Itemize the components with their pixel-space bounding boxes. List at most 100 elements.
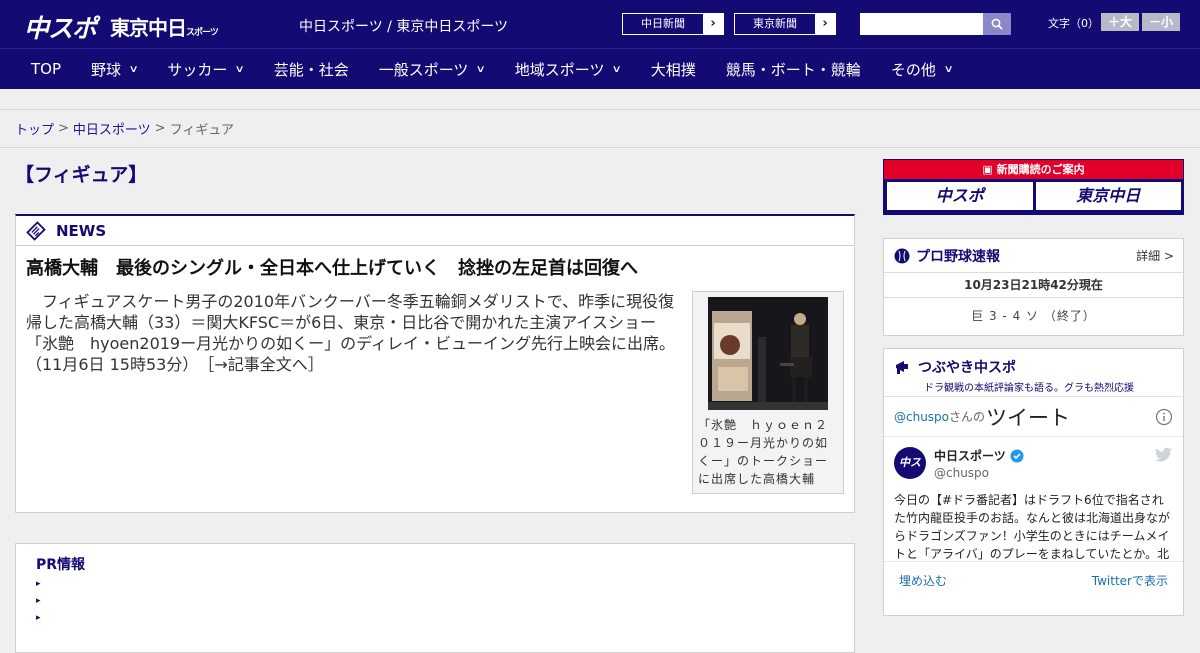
subscription-buttons: 中スポ 東京中日 [884,179,1183,210]
nav-item-baseball[interactable]: 野球 ∨ [91,59,139,80]
news-photo-image [708,297,828,410]
baseball-updated-time: 10月23日21時42分現在 [884,273,1183,298]
baseball-score-row[interactable]: 巨 3 - 4 ソ （終了） [884,298,1183,334]
pr-title: PR情報 [36,557,86,573]
nav-label: 地域スポーツ [514,60,605,79]
news-timestamp: （11月6日 15時53分） [26,355,191,374]
search-icon [991,18,1003,30]
tokyo-shimbun-label: 東京新聞 [753,17,797,30]
twitter-widget-title-row: つぶやき中スポ [894,357,1183,377]
baseball-scores: プロ野球速報 詳細 > 10月23日21時42分現在 巨 3 - 4 ソ （終了… [883,238,1184,336]
breadcrumb-link-chunichi-sports[interactable]: 中日スポーツ [73,119,151,138]
pr-section: PR情報 ▸ ▸ ▸ [15,543,855,653]
news-photo [708,297,828,410]
tweet-author-name[interactable]: 中日スポーツ [934,447,1006,464]
baseball-header: プロ野球速報 詳細 > [884,239,1183,273]
nav-label: 一般スポーツ [378,60,469,79]
header-spacer [0,89,1200,110]
twitter-bird-icon[interactable] [1155,447,1173,463]
nav-label: 芸能・社会 [273,60,349,79]
nav-item-other[interactable]: その他 ∨ [890,59,954,80]
baseball-icon [894,248,910,263]
twitter-widget-title: つぶやき中スポ [918,360,1016,376]
avatar[interactable]: 中スポ [894,447,926,501]
font-bigger-button[interactable]: ＋大 [1101,13,1139,31]
timeline-handle: @chuspo [894,410,950,424]
timeline-handle-link[interactable]: @chuspoさんの [894,408,985,425]
pr-item[interactable]: ▸ [36,579,834,591]
tweet-author-name-row: 中日スポーツ [934,447,1155,464]
news-header: NEWS [16,216,854,246]
timeline-header: @chuspoさんの ツイート [884,397,1183,437]
subscription-header: ▣ 新聞購読のご案内 [884,160,1183,179]
nav-item-general-sports[interactable]: 一般スポーツ ∨ [378,59,487,80]
font-size-label: 文字（0） [1048,17,1099,30]
logo-tokyo-chunichi-small: スポーツ [186,28,219,38]
nav-item-local-sports[interactable]: 地域スポーツ ∨ [514,59,623,80]
search-input[interactable] [860,13,984,35]
chevron-right-icon: › [703,14,723,34]
twitter-timeline: @chuspoさんの ツイート 中スポ 中日スポーツ @chuspo 今日の【#… [884,396,1183,598]
nav-label: 競馬・ボート・競輪 [725,60,861,79]
pr-item[interactable]: ▸ [36,596,834,608]
top-header: 中スポ 東京中日スポーツ 中日スポーツ / 東京中日スポーツ 中日新聞 › 東京… [0,0,1200,48]
twitter-widget: つぶやき中スポ ドラ観戦の本紙評論家も語る。グラも熱烈応援 @chuspoさんの… [883,348,1184,616]
twitter-widget-footer: 埋め込む Twitterで表示 [884,561,1183,598]
subscribe-chuspo-button[interactable]: 中スポ [887,182,1033,210]
subscription-banner: ▣ 新聞購読のご案内 中スポ 東京中日 [883,159,1184,215]
chunichi-shimbun-link[interactable]: 中日新聞 › [622,13,724,35]
newspaper-icon: ▣ [982,163,997,176]
timeline-title: ツイート [986,405,1071,430]
search-button[interactable] [983,13,1011,35]
nav-item-soccer[interactable]: サッカー ∨ [167,59,246,80]
breadcrumb-separator: > [58,121,69,136]
chevron-down-icon: ∨ [234,63,246,75]
chevron-down-icon: ∨ [611,63,623,75]
news-headline-link[interactable]: 高橋大輔 最後のシングル・全日本へ仕上げていく 捻挫の左足首は回復へ [16,246,854,281]
chevron-down-icon: ∨ [475,63,487,75]
megaphone-icon [896,361,908,374]
breadcrumb: トップ > 中日スポーツ > フィギュア [0,110,1200,148]
tweet-author-id[interactable]: @chuspo [934,466,1155,480]
nav-label: 大相撲 [650,60,696,79]
embed-link[interactable]: 埋め込む [899,572,947,589]
chevron-down-icon: ∨ [128,63,139,75]
logo-tokyo-chunichi[interactable]: 東京中日スポーツ [110,12,219,41]
tweet-text[interactable]: 今日の【#ドラ番記者】はドラフト6位で指名された竹内龍臣投手のお話。なんと彼は北… [884,487,1183,561]
nav-item-top[interactable]: TOP [31,60,61,78]
twitter-widget-subtitle: ドラ観戦の本紙評論家も語る。グラも熱烈応援 [924,383,1134,394]
verified-icon [1010,449,1024,462]
sidebar: ▣ 新聞購読のご案内 中スポ 東京中日 プロ野球速報 詳細 > 10月23日21… [883,159,1184,616]
tokyo-shimbun-link[interactable]: 東京新聞 › [734,13,836,35]
page-title: 【フィギュア】 [15,164,148,186]
info-icon[interactable] [1155,408,1173,426]
caret-right-icon: ▸ [36,613,41,623]
logo-tokyo-chunichi-text: 東京中日 [110,16,187,40]
news-photo-card[interactable]: 「氷艶 ｈｙｏｅｎ２０１９ー月光かりの如くー」のトークショーに出席した高橋大輔 [692,291,844,494]
tweet-author: 中スポ 中日スポーツ @chuspo [884,437,1183,501]
caret-right-icon: ▸ [36,596,41,606]
pr-item[interactable]: ▸ [36,613,834,625]
nav-label: その他 [890,60,936,79]
caret-right-icon: ▸ [36,579,41,589]
nav-item-racing[interactable]: 競馬・ボート・競輪 [726,59,861,80]
tweet-author-names: 中日スポーツ @chuspo [934,447,1155,487]
main-column: 【フィギュア】 NEWS 高橋大輔 最後のシングル・全日本へ仕上げていく 捻挫の… [15,150,855,653]
read-full-article-link[interactable]: ［→記事全文へ］ [206,355,323,374]
logo-chuspo[interactable]: 中スポ [24,9,97,45]
chunichi-shimbun-label: 中日新聞 [641,17,685,30]
breadcrumb-separator: > [154,121,166,136]
nav-item-sumo[interactable]: 大相撲 [651,59,696,80]
main-nav: TOP 野球 ∨ サッカー ∨ 芸能・社会 一般スポーツ ∨ 地域スポーツ ∨ 大相撲 … [0,48,1200,89]
news-photo-caption: 「氷艶 ｈｙｏｅｎ２０１９ー月光かりの如くー」のトークショーに出席した高橋大輔 [698,418,829,486]
view-on-twitter-link[interactable]: Twitterで表示 [1092,572,1168,589]
font-smaller-button[interactable]: －小 [1142,13,1180,31]
news-body: フィギュアスケート男子の2010年バンクーバー冬季五輪銅メダリストで、昨季に現役… [26,292,675,353]
baseball-detail-link[interactable]: 詳細 > [1136,247,1174,264]
breadcrumb-current: フィギュア [169,123,235,138]
nav-item-entertainment[interactable]: 芸能・社会 [274,59,349,80]
subscribe-tokyo-chunichi-button[interactable]: 東京中日 [1035,182,1181,210]
site-title-link[interactable]: 中日スポーツ / 東京中日スポーツ [299,16,508,36]
nav-label: TOP [31,60,62,78]
breadcrumb-link-top[interactable]: トップ [15,119,54,138]
